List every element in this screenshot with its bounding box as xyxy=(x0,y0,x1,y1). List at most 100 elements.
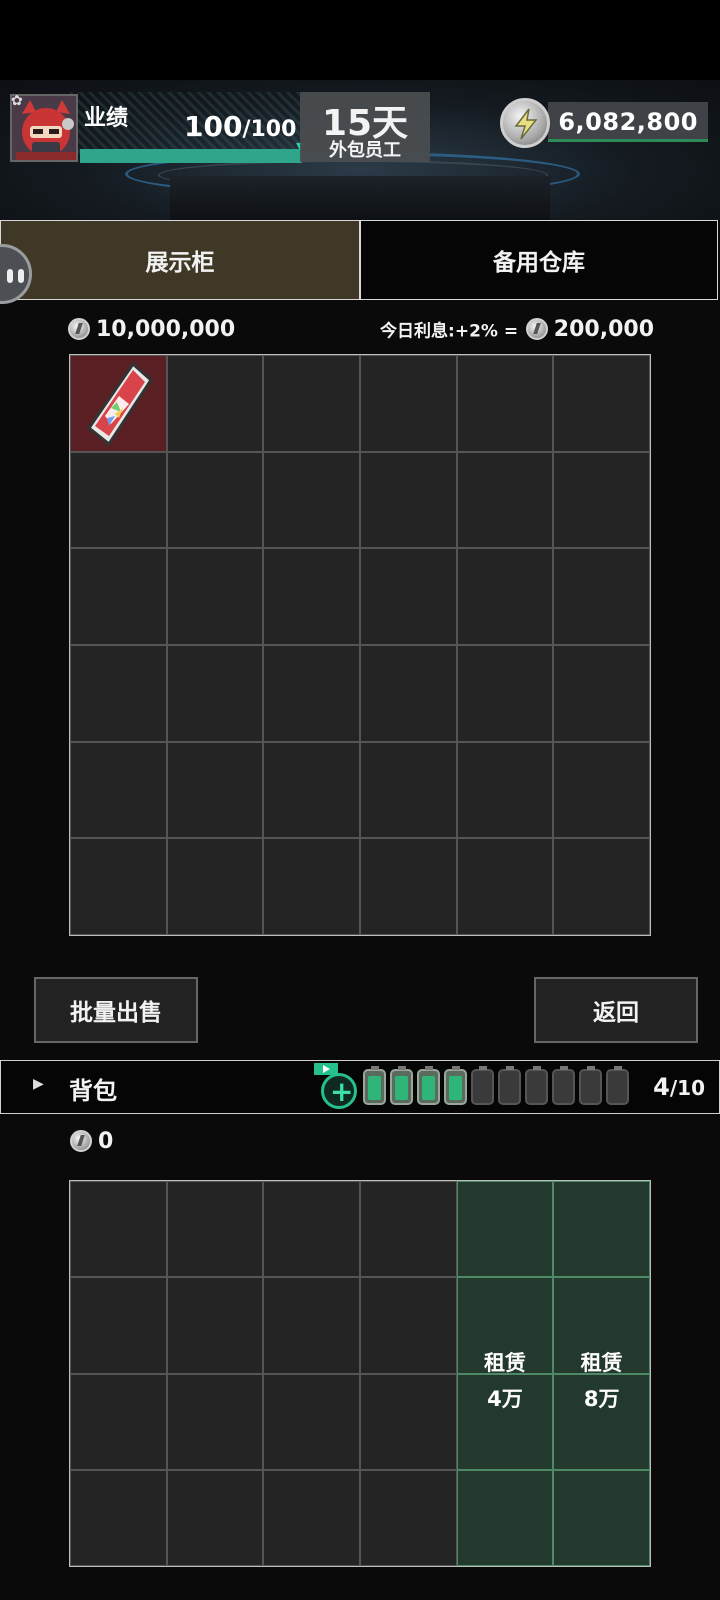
showcase-slot[interactable] xyxy=(359,548,457,645)
showcase-slot[interactable] xyxy=(166,741,264,839)
tab-showcase[interactable]: 展示柜 xyxy=(0,220,360,300)
showcase-slot[interactable] xyxy=(553,548,650,645)
showcase-slot[interactable] xyxy=(70,548,167,645)
showcase-slot[interactable] xyxy=(166,548,264,645)
backpack-slot[interactable] xyxy=(359,1181,457,1278)
settings-gear-icon[interactable]: ✿ xyxy=(11,94,23,108)
battery-slots xyxy=(363,1066,629,1105)
tab-bar: 展示柜 备用仓库 xyxy=(0,220,720,300)
showcase-slot[interactable] xyxy=(263,838,360,935)
backpack-slot[interactable] xyxy=(166,1277,264,1374)
showcase-slot[interactable] xyxy=(70,838,167,935)
backpack-slot[interactable] xyxy=(263,1277,360,1374)
showcase-value-text: 10,000,000 xyxy=(96,316,236,342)
showcase-slot[interactable] xyxy=(70,451,167,549)
backpack-grid: 租赁 4万 租赁 8万 xyxy=(69,1180,651,1567)
rent-slot[interactable]: 租赁 8万 xyxy=(553,1351,650,1470)
backpack-count-max: /10 xyxy=(669,1076,705,1100)
backpack-slot[interactable] xyxy=(263,1373,360,1470)
showcase-slot[interactable] xyxy=(70,741,167,839)
performance-max: /100 xyxy=(242,117,297,142)
rent-slot[interactable] xyxy=(553,1469,650,1566)
coin-icon xyxy=(68,318,90,340)
battery-empty-icon xyxy=(579,1066,602,1105)
tab-spare-warehouse[interactable]: 备用仓库 xyxy=(360,220,718,300)
backpack-slot[interactable] xyxy=(166,1469,264,1566)
rent-slot[interactable] xyxy=(456,1181,554,1278)
showcase-slot[interactable] xyxy=(553,838,650,935)
rent-label: 租赁 xyxy=(483,1350,526,1375)
backpack-slot[interactable] xyxy=(359,1373,457,1470)
performance-current: 100 xyxy=(184,110,243,143)
rent-slot[interactable] xyxy=(456,1469,554,1566)
showcase-slot[interactable] xyxy=(456,644,554,742)
backpack-slot[interactable] xyxy=(166,1373,264,1470)
backpack-value-text: 0 xyxy=(98,1128,114,1154)
showcase-slot[interactable] xyxy=(166,355,264,452)
showcase-slot[interactable] xyxy=(263,644,360,742)
interest-amount: 200,000 xyxy=(553,316,654,342)
backpack-slot[interactable] xyxy=(70,1181,167,1278)
battery-full-icon xyxy=(390,1066,413,1105)
rent-price: 8万 xyxy=(583,1386,620,1411)
backpack-slot[interactable] xyxy=(263,1469,360,1566)
showcase-slot[interactable] xyxy=(263,741,360,839)
showcase-slot[interactable] xyxy=(359,741,457,839)
add-battery-button[interactable]: + xyxy=(321,1073,357,1109)
showcase-slot[interactable] xyxy=(263,451,360,549)
backpack-slot[interactable] xyxy=(263,1181,360,1278)
backpack-count-current: 4 xyxy=(653,1073,670,1101)
backpack-slot[interactable] xyxy=(70,1277,167,1374)
showcase-slot[interactable] xyxy=(359,451,457,549)
backpack-slot[interactable] xyxy=(70,1469,167,1566)
rent-slot[interactable] xyxy=(553,1181,650,1278)
top-header: ✿ 业绩 100/100 ▼ 15天 外包员工 6,082,800 xyxy=(0,80,720,220)
showcase-slot[interactable] xyxy=(456,838,554,935)
backpack-bar[interactable]: ▶ 背包 + 4/10 xyxy=(0,1060,720,1114)
showcase-slot[interactable] xyxy=(359,838,457,935)
performance-value: 100/100 xyxy=(184,110,296,143)
rent-slot[interactable]: 租赁 4万 xyxy=(456,1351,554,1470)
showcase-slot[interactable] xyxy=(166,644,264,742)
backpack-count: 4/10 xyxy=(653,1073,705,1101)
float-dot-icon xyxy=(7,269,13,283)
showcase-slot[interactable] xyxy=(359,355,457,452)
backpack-label: 背包 xyxy=(69,1077,117,1105)
showcase-slot[interactable] xyxy=(553,355,650,452)
backpack-slot[interactable] xyxy=(70,1373,167,1470)
showcase-slot[interactable] xyxy=(70,644,167,742)
showcase-slot[interactable] xyxy=(166,451,264,549)
expand-triangle-icon[interactable]: ▶ xyxy=(33,1076,44,1092)
back-button[interactable]: 返回 xyxy=(534,977,698,1043)
backpack-slot[interactable] xyxy=(359,1469,457,1566)
battery-full-icon xyxy=(363,1066,386,1105)
coin-icon xyxy=(525,318,548,340)
showcase-slot[interactable] xyxy=(553,644,650,742)
backpack-slot[interactable] xyxy=(359,1277,457,1374)
showcase-slot[interactable] xyxy=(456,741,554,839)
showcase-slot[interactable] xyxy=(456,355,554,452)
showcase-slot-item[interactable] xyxy=(70,355,167,452)
stage-platform xyxy=(170,176,550,220)
coin-icon xyxy=(70,1130,92,1152)
float-dot-icon xyxy=(18,269,24,283)
showcase-slot[interactable] xyxy=(263,548,360,645)
showcase-grid xyxy=(69,354,651,936)
showcase-slot[interactable] xyxy=(166,838,264,935)
showcase-slot[interactable] xyxy=(456,548,554,645)
bulk-sell-button[interactable]: 批量出售 xyxy=(34,977,198,1043)
job-title: 外包员工 xyxy=(329,140,401,161)
showcase-slot[interactable] xyxy=(263,355,360,452)
showcase-value: 10,000,000 xyxy=(68,316,235,342)
performance-label: 业绩 xyxy=(84,106,129,131)
showcase-slot[interactable] xyxy=(553,741,650,839)
backpack-slot[interactable] xyxy=(166,1181,264,1278)
showcase-slot[interactable] xyxy=(359,644,457,742)
battery-full-icon xyxy=(417,1066,440,1105)
rent-price: 4万 xyxy=(487,1386,523,1411)
lightning-coin-icon xyxy=(500,98,550,148)
showcase-slot[interactable] xyxy=(553,451,650,549)
performance-bar-fill xyxy=(80,149,302,163)
battery-empty-icon xyxy=(525,1066,548,1105)
showcase-slot[interactable] xyxy=(456,451,554,549)
